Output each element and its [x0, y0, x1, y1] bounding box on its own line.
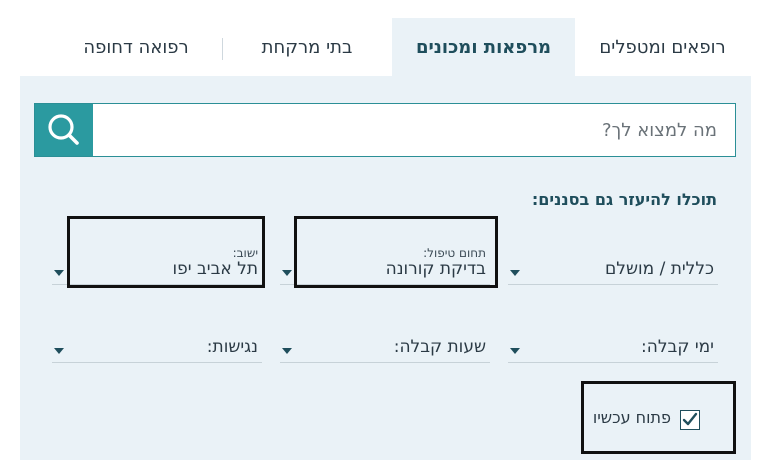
tab-doctors-therapists[interactable]: רופאים ומטפלים	[575, 18, 750, 76]
search-icon	[48, 114, 79, 145]
reception-days-value: ימי קבלה:	[641, 337, 714, 357]
tab-label: רפואה דחופה	[83, 37, 189, 58]
chevron-down-icon	[282, 348, 292, 354]
chevron-down-icon	[510, 348, 520, 354]
tab-label: רופאים ומטפלים	[599, 37, 726, 58]
tab-clinics-institutes[interactable]: מרפאות ומכונים	[392, 18, 575, 76]
search-button[interactable]	[35, 104, 93, 156]
tab-urgent-care[interactable]: רפואה דחופה	[50, 18, 222, 76]
tab-label: מרפאות ומכונים	[415, 37, 552, 58]
highlight-box	[67, 216, 265, 288]
search-input[interactable]	[117, 104, 717, 156]
tab-pharmacies[interactable]: בתי מרקחת	[222, 18, 392, 76]
highlight-box	[581, 381, 736, 454]
tab-bar: רופאים ומטפלים מרפאות ומכונים בתי מרקחת …	[0, 0, 771, 76]
accessibility-value: נגישות:	[206, 337, 258, 357]
reception-hours-dropdown[interactable]: שעות קבלה:	[280, 322, 490, 363]
filters-heading: תוכלו להיעזר גם בסננים:	[531, 190, 717, 209]
reception-hours-value: שעות קבלה:	[393, 337, 486, 357]
chevron-down-icon	[54, 270, 64, 276]
reception-days-dropdown[interactable]: ימי קבלה:	[508, 322, 718, 363]
health-fund-dropdown[interactable]: כללית / מושלם	[508, 244, 718, 285]
health-fund-value: כללית / מושלם	[605, 259, 714, 279]
accessibility-dropdown[interactable]: נגישות:	[52, 322, 262, 363]
search-bar	[34, 103, 736, 157]
chevron-down-icon	[54, 348, 64, 354]
tab-label: בתי מרקחת	[261, 37, 353, 58]
chevron-down-icon	[510, 270, 520, 276]
tab-divider	[222, 38, 223, 60]
chevron-down-icon	[282, 270, 292, 276]
highlight-box	[294, 216, 498, 288]
